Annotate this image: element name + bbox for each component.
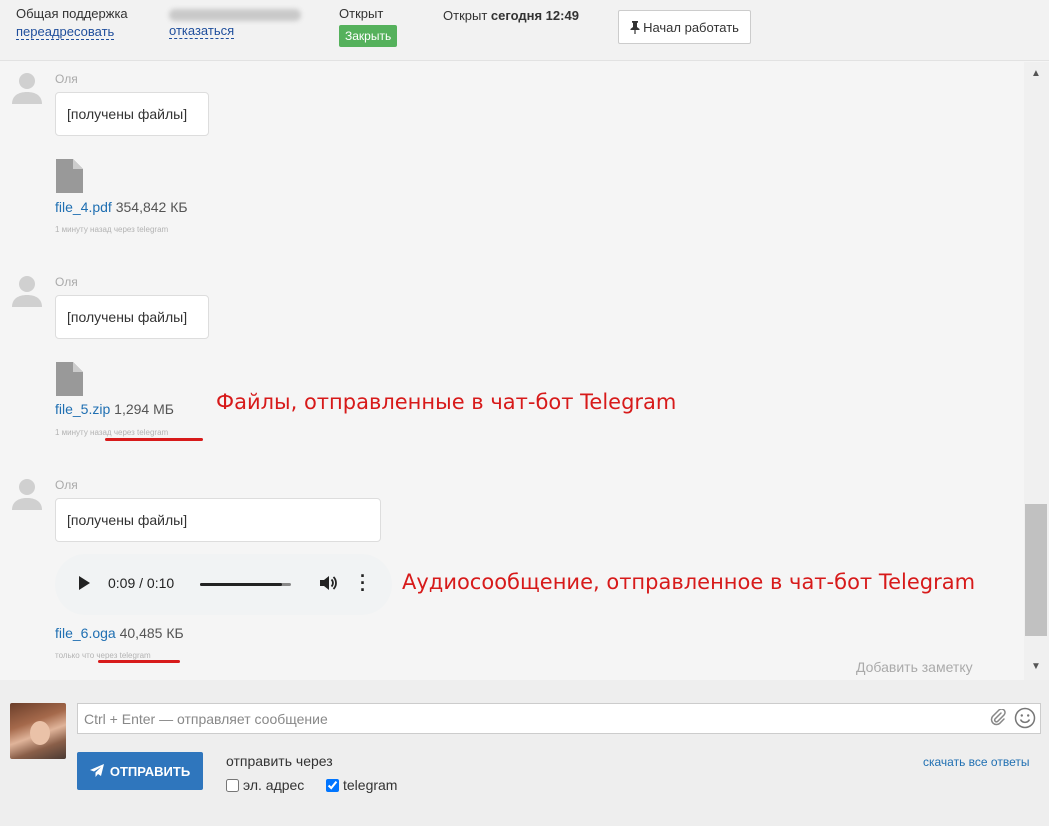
avatar	[10, 703, 66, 759]
chat-scrollbar[interactable]: ▲ ▼	[1024, 62, 1049, 680]
files-annotation-underline	[105, 438, 203, 441]
audio-progress-track[interactable]	[200, 583, 291, 586]
attachment-size: 40,485 КБ	[119, 625, 184, 641]
opened-time: сегодня 12:49	[490, 8, 579, 23]
message-bubble: [получены файлы]	[55, 92, 209, 136]
refuse-link[interactable]: отказаться	[169, 24, 235, 39]
attachment: file_6.oga 40,485 КБ	[55, 625, 184, 641]
message: Оля [получены файлы] file_4.pdf 354,842 …	[0, 62, 1020, 262]
chat-history[interactable]: Оля [получены файлы] file_4.pdf 354,842 …	[0, 62, 1049, 680]
forward-link[interactable]: переадресовать	[16, 25, 115, 40]
message-box	[77, 703, 1041, 734]
message: Оля [получены файлы] file_5.zip 1,294 МБ…	[0, 265, 1020, 465]
user-placeholder-icon	[12, 276, 42, 307]
channel-telegram-option[interactable]: telegram	[326, 777, 397, 793]
channel-email-checkbox[interactable]	[226, 778, 239, 792]
user-placeholder-icon	[12, 479, 42, 510]
attachment-link[interactable]: file_6.oga	[55, 625, 116, 641]
file-icon	[56, 159, 83, 193]
pin-icon	[630, 20, 640, 34]
send-button-label: ОТПРАВИТЬ	[109, 763, 191, 779]
send-button[interactable]: ОТПРАВИТЬ	[77, 752, 203, 790]
message-author: Оля	[55, 72, 78, 86]
message: Оля [получены файлы] 0:09 / 0:10 · · · fil…	[0, 468, 1020, 668]
assignee-name-blurred	[169, 9, 301, 21]
send-via-label: отправить через	[226, 753, 333, 769]
channel-telegram-checkbox[interactable]	[326, 778, 339, 792]
message-input[interactable]	[78, 704, 978, 733]
paperclip-icon[interactable]	[989, 709, 1007, 727]
audio-player: 0:09 / 0:10 · · ·	[55, 554, 392, 615]
channel-telegram-label: telegram	[343, 777, 398, 793]
start-work-label: Начал работать	[643, 19, 739, 35]
audio-annotation-underline	[98, 660, 180, 663]
status-label: Открыт	[339, 6, 384, 21]
audio-annotation: Аудиосообщение, отправленное в чат-бот T…	[402, 570, 976, 594]
message-meta: только что через telegram	[55, 651, 151, 660]
queue-label: Общая поддержка	[16, 6, 128, 21]
start-work-button[interactable]: Начал работать	[618, 10, 751, 44]
channel-email-option[interactable]: эл. адрес	[226, 777, 304, 793]
attachment: file_4.pdf 354,842 КБ	[55, 199, 188, 215]
queue-block: Общая поддержка переадресовать	[16, 6, 128, 40]
attachment-size: 354,842 КБ	[115, 199, 188, 215]
scroll-thumb[interactable]	[1025, 504, 1047, 636]
audio-time: 0:09 / 0:10	[108, 575, 175, 591]
close-ticket-button[interactable]: Закрыть	[339, 25, 398, 47]
message-text: [получены файлы]	[67, 512, 188, 528]
status-block: Открыт Закрыть	[339, 6, 398, 47]
message-author: Оля	[55, 478, 78, 492]
message-text: [получены файлы]	[67, 106, 188, 122]
assignee-block: отказаться	[169, 6, 301, 39]
opened-at: Открыт сегодня 12:49	[443, 8, 579, 23]
scroll-up-icon[interactable]: ▲	[1031, 68, 1041, 79]
attachment-size: 1,294 МБ	[114, 401, 174, 417]
more-options-icon[interactable]: · · ·	[360, 567, 366, 599]
channel-email-label: эл. адрес	[243, 777, 305, 793]
attachment-link[interactable]: file_4.pdf	[55, 199, 112, 215]
add-note-link[interactable]: Добавить заметку	[856, 659, 973, 675]
message-bubble: [получены файлы]	[55, 295, 209, 339]
attachment: file_5.zip 1,294 МБ	[55, 401, 174, 417]
user-placeholder-icon	[12, 73, 42, 104]
reply-composer: ОТПРАВИТЬ отправить через эл. адрес tele…	[0, 680, 1049, 826]
download-all-link[interactable]: скачать все ответы	[923, 755, 1029, 769]
audio-progress-fill	[200, 583, 282, 586]
message-text: [получены файлы]	[67, 309, 188, 325]
play-icon[interactable]	[79, 576, 90, 590]
message-meta: 1 минуту назад через telegram	[55, 225, 169, 234]
message-author: Оля	[55, 275, 78, 289]
message-meta: 1 минуту назад через telegram	[55, 428, 169, 437]
scroll-down-icon[interactable]: ▼	[1031, 661, 1041, 672]
attachment-link[interactable]: file_5.zip	[55, 401, 110, 417]
file-icon	[56, 362, 83, 396]
paper-plane-icon	[89, 764, 104, 777]
message-bubble: [получены файлы]	[55, 498, 381, 542]
files-annotation: Файлы, отправленные в чат-бот Telegram	[216, 390, 677, 414]
emoji-icon[interactable]	[1014, 707, 1036, 729]
ticket-header: Общая поддержка переадресовать отказатьс…	[0, 0, 1049, 61]
opened-prefix: Открыт	[443, 8, 488, 23]
volume-icon[interactable]	[317, 572, 339, 594]
